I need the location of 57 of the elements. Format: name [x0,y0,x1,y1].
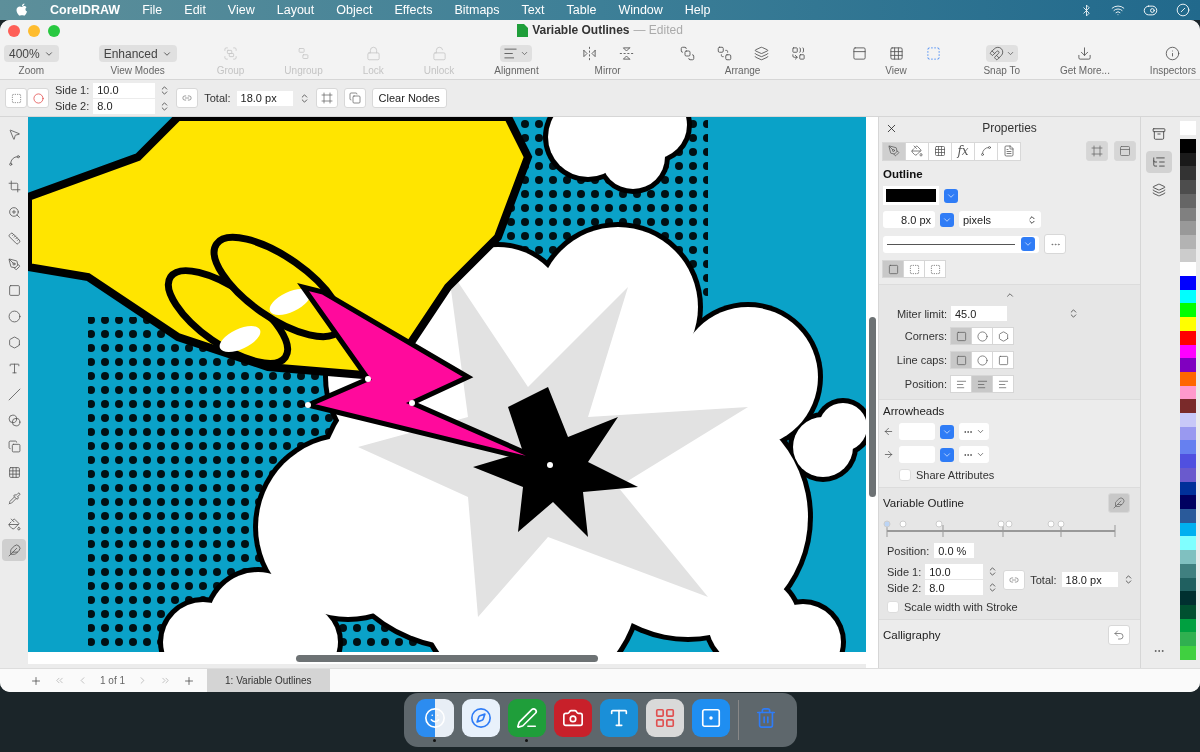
section-heading: Arrowheads [883,405,946,417]
field-label: Side 2: [55,100,90,112]
menu-item[interactable]: File [142,3,163,17]
field-label: Position: [887,544,930,557]
toolbar-label: Alignment [494,65,539,76]
menu-item[interactable]: Effects [394,3,433,17]
side-2-field[interactable]: 8.0 [93,98,156,114]
units-select[interactable]: pixels [959,211,1041,228]
field-label: Miter limit: [895,307,947,320]
edited-status: — Edited [633,23,683,37]
clear-nodes-button[interactable]: Clear Nodes [371,88,447,108]
page-count: 1 of 1 [100,675,126,686]
dropdown-button[interactable]: 400% [4,45,59,62]
field-label: Line caps: [895,354,947,366]
total-field[interactable]: 18.0 px [1061,572,1118,587]
field-label: Corners: [903,330,947,342]
side-1-field[interactable]: 10.0 [93,82,156,98]
checkbox-label: Scale width with Stroke [904,601,1018,613]
menu-item[interactable]: Bitmaps [454,3,500,17]
field-label: Total: [204,92,231,104]
menu-item[interactable]: Text [521,3,545,17]
menu-item[interactable]: Table [566,3,597,17]
position-field[interactable]: 0.0 % [934,543,975,558]
toolbar-label: View Modes [110,65,165,76]
app-menu[interactable]: CorelDRAW [50,3,121,17]
section-heading: Outline [883,168,924,180]
menu-item[interactable]: Edit [184,3,206,17]
miter-field[interactable]: 45.0 [951,306,1007,321]
field-label: Side 1: [887,565,922,578]
toolbar-label: Get More... [1059,65,1110,76]
checkbox-label: Share Attributes [916,469,995,481]
menu-item[interactable]: Help [684,3,711,17]
toolbar-label: Arrange [724,65,761,76]
toolbar-label: Zoom [18,65,45,76]
menu-item[interactable]: Layout [276,3,315,17]
menu-item[interactable]: View [227,3,255,17]
window-title: Variable Outlines [532,23,630,37]
menu-item[interactable]: Object [336,3,373,17]
side-1-field[interactable]: 10.0 [925,564,984,579]
menu-item[interactable]: Window [618,3,663,17]
toolbar-label: Inspectors [1149,65,1196,76]
field-label: Total: [1030,573,1057,586]
dropdown-button[interactable]: Enhanced [98,45,177,62]
toolbar-label: Mirror [594,65,621,76]
panel-title: Properties [981,121,1038,135]
field-label: Side 1: [55,84,90,96]
width-field[interactable]: 8.0 px [883,211,935,228]
field-label: Side 2: [887,581,922,594]
panel-tab[interactable]: fx [951,141,975,161]
page-tab[interactable]: 1: Variable Outlines [207,668,330,692]
toolbar-label: Snap To [983,65,1020,76]
section-heading: Variable Outline [883,497,964,509]
toolbar-label: View [885,65,907,76]
field-label: Position: [903,378,947,390]
section-heading: Calligraphy [883,629,941,641]
total-field[interactable]: 18.0 px [236,90,293,106]
side-2-field[interactable]: 8.0 [925,580,984,595]
